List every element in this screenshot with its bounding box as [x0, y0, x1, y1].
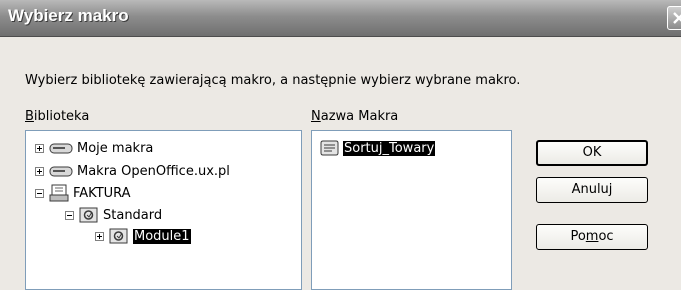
tree-item-moje-makra[interactable]: Moje makra: [35, 138, 153, 158]
help-button[interactable]: Pomoc: [536, 224, 648, 250]
drive-icon: [49, 143, 73, 154]
expand-icon[interactable]: [35, 143, 44, 153]
close-button[interactable]: [667, 6, 681, 30]
tree-item-label: Standard: [103, 207, 163, 223]
tree-item-label: Moje makra: [77, 140, 154, 156]
library-icon: [79, 207, 98, 223]
tree-item-makra-openoffice[interactable]: Makra OpenOffice.ux.pl: [35, 161, 230, 181]
macro-icon: [320, 140, 339, 156]
macro-item-label: Sortuj_Towary: [343, 140, 436, 156]
tree-item-faktura[interactable]: FAKTURA: [35, 183, 131, 203]
drive-icon: [49, 166, 73, 177]
library-tree[interactable]: Moje makra Makra OpenOffice.ux.pl FAKTUR…: [25, 130, 302, 290]
expand-icon[interactable]: [95, 231, 104, 241]
tree-item-module1[interactable]: Module1: [95, 226, 191, 246]
module-icon: [109, 228, 128, 244]
tree-item-label: FAKTURA: [73, 185, 131, 201]
cancel-button[interactable]: Anuluj: [536, 177, 648, 203]
tree-item-label: Module1: [133, 228, 191, 244]
macro-item-sortuj-towary[interactable]: Sortuj_Towary: [319, 138, 436, 158]
collapse-icon[interactable]: [65, 210, 74, 220]
expand-icon[interactable]: [35, 166, 44, 176]
title-bar: Wybierz makro: [0, 0, 681, 37]
macro-list[interactable]: Sortuj_Towary: [311, 130, 512, 290]
close-icon: [673, 12, 681, 24]
tree-item-label: Makra OpenOffice.ux.pl: [77, 163, 230, 179]
window-title: Wybierz makro: [8, 6, 129, 25]
instruction-text: Wybierz bibliotekę zawierającą makro, a …: [25, 73, 521, 88]
ok-button[interactable]: OK: [536, 140, 648, 166]
macro-name-label: Nazwa Makra: [311, 109, 399, 124]
collapse-icon[interactable]: [35, 188, 44, 198]
library-label: Biblioteka: [25, 109, 90, 124]
tree-item-standard[interactable]: Standard: [65, 205, 162, 225]
document-icon: [49, 184, 69, 202]
